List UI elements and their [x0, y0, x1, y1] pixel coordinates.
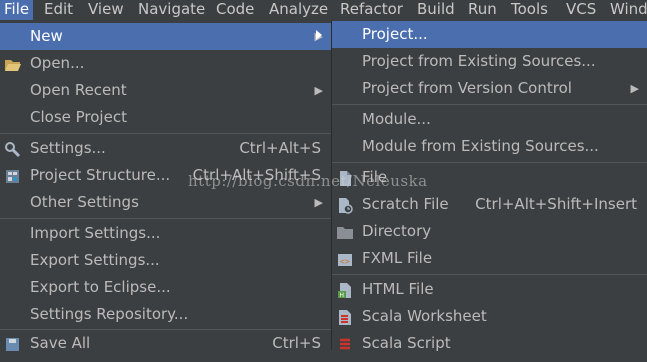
menu-item-file[interactable]: File — [332, 164, 647, 191]
menu-item-label: Scala Worksheet — [362, 307, 487, 325]
menu-item-label: Project from Version Control — [362, 79, 572, 97]
menu-item-label: Project Structure... — [30, 166, 171, 184]
menu-item-label: Settings Repository... — [30, 305, 189, 323]
menu-item-scratch-file[interactable]: Scratch File Ctrl+Alt+Shift+Insert — [332, 191, 647, 218]
menu-item-label: Module from Existing Sources... — [362, 137, 599, 155]
menu-item-scala-worksheet[interactable]: Scala Worksheet — [332, 303, 647, 330]
menu-item-label: FXML File — [362, 249, 433, 267]
menu-item-label: Open... — [30, 54, 85, 72]
menu-item-label: Export Settings... — [30, 251, 160, 269]
shortcut-label: Ctrl+Alt+Shift+S — [192, 166, 321, 184]
menu-item-label: Settings... — [30, 139, 106, 157]
menu-edit[interactable]: Edit — [40, 0, 77, 20]
html-file-icon: H — [336, 281, 354, 299]
menu-item-import-settings[interactable]: Import Settings... — [0, 220, 331, 247]
menu-item-close-project[interactable]: Close Project — [0, 104, 331, 131]
menu-item-settings-repository[interactable]: Settings Repository... — [0, 301, 331, 328]
new-submenu: Project... Project from Existing Sources… — [332, 20, 647, 352]
menu-item-project-structure[interactable]: Project Structure... Ctrl+Alt+Shift+S — [0, 162, 331, 189]
menu-item-directory[interactable]: Directory — [332, 218, 647, 245]
menu-item-html-file[interactable]: H HTML File — [332, 276, 647, 303]
scratch-file-icon — [336, 196, 354, 214]
wrench-icon — [4, 140, 22, 158]
menu-item-module[interactable]: Module... — [332, 106, 647, 133]
menu-item-label: New — [30, 27, 63, 45]
menu-analyze[interactable]: Analyze — [265, 0, 332, 20]
menu-separator — [332, 104, 647, 105]
menu-item-label: Export to Eclipse... — [30, 278, 171, 296]
menu-item-project-vcs[interactable]: Project from Version Control ▶ — [332, 75, 647, 102]
menu-run[interactable]: Run — [464, 0, 501, 20]
menu-code[interactable]: Code — [212, 0, 258, 20]
project-structure-icon — [4, 167, 22, 184]
menu-item-settings[interactable]: Settings... Ctrl+Alt+S — [0, 135, 331, 162]
menu-item-label: Scratch File — [362, 195, 449, 213]
menu-file[interactable]: File — [0, 0, 34, 20]
scala-worksheet-icon — [336, 308, 354, 325]
menu-item-new-project[interactable]: Project... — [332, 21, 647, 48]
menu-item-new[interactable]: New ▶ — [0, 23, 331, 50]
menu-item-label: Project... — [362, 25, 428, 43]
menu-separator — [0, 218, 331, 219]
menu-item-label: Module... — [362, 110, 431, 128]
menu-item-open[interactable]: Open... — [0, 50, 331, 77]
menu-item-label: Open Recent — [30, 81, 127, 99]
menu-item-label: Import Settings... — [30, 224, 161, 242]
menu-item-label: Directory — [362, 222, 432, 240]
menu-window[interactable]: Wind — [606, 0, 647, 20]
submenu-arrow-icon: ▶ — [314, 196, 323, 209]
menu-navigate[interactable]: Navigate — [134, 0, 209, 20]
menu-separator — [332, 162, 647, 163]
svg-text:H: H — [340, 292, 345, 299]
shortcut-label: Ctrl+Alt+Shift+Insert — [475, 195, 637, 213]
file-icon — [336, 169, 354, 186]
submenu-arrow-icon: ▶ — [630, 82, 639, 95]
menu-item-label: Project from Existing Sources... — [362, 52, 596, 70]
menu-separator — [0, 133, 331, 134]
menu-item-label: Other Settings — [30, 193, 139, 211]
mouse-cursor-icon — [316, 30, 322, 40]
svg-text:<>: <> — [340, 257, 350, 266]
menu-item-export-eclipse[interactable]: Export to Eclipse... — [0, 274, 331, 301]
menu-item-fxml-file[interactable]: <> FXML File — [332, 245, 647, 272]
menu-bar: File Edit View Navigate Code Analyze Ref… — [0, 0, 647, 20]
shortcut-label: Ctrl+Alt+S — [239, 139, 321, 157]
menu-vcs[interactable]: VCS — [562, 0, 600, 20]
menu-item-open-recent[interactable]: Open Recent ▶ — [0, 77, 331, 104]
menu-item-project-existing[interactable]: Project from Existing Sources... — [332, 48, 647, 75]
folder-icon — [336, 223, 354, 240]
menu-view[interactable]: View — [84, 0, 128, 20]
submenu-arrow-icon: ▶ — [314, 84, 323, 97]
menu-item-label: File — [362, 168, 388, 186]
menu-item-label: HTML File — [362, 280, 434, 298]
menu-item-label: Close Project — [30, 108, 127, 126]
folder-open-icon — [4, 55, 22, 72]
menu-item-export-settings[interactable]: Export Settings... — [0, 247, 331, 274]
menu-item-other-settings[interactable]: Other Settings ▶ — [0, 189, 331, 216]
fxml-file-icon: <> — [336, 250, 354, 267]
menu-build[interactable]: Build — [413, 0, 459, 20]
menu-separator — [332, 274, 647, 275]
menu-item-module-existing[interactable]: Module from Existing Sources... — [332, 133, 647, 160]
menu-tools[interactable]: Tools — [507, 0, 552, 20]
menu-refactor[interactable]: Refactor — [336, 0, 407, 20]
file-menu: New ▶ Open... Open Recent ▶ Close Projec… — [0, 20, 332, 352]
